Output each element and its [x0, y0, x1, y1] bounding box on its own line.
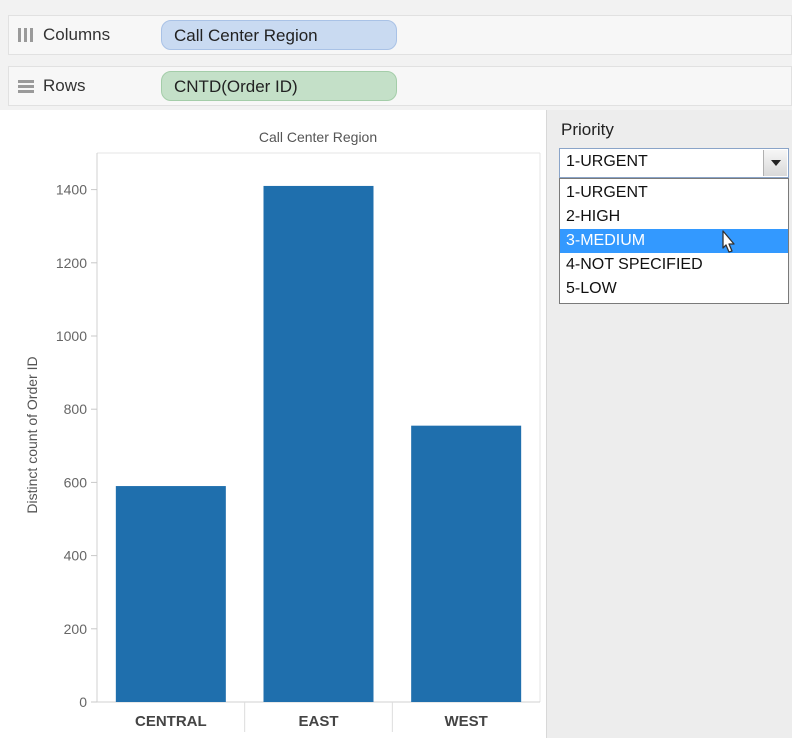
- rows-pill[interactable]: CNTD(Order ID): [161, 71, 397, 101]
- columns-label-text: Columns: [43, 25, 111, 44]
- columns-shelf[interactable]: Columns Call Center Region: [8, 15, 792, 55]
- y-axis-title: Distinct count of Order ID: [24, 356, 40, 513]
- dropdown-options-list: 1-URGENT 2-HIGH 3-MEDIUM 4-NOT SPECIFIED 5-L…: [559, 178, 789, 304]
- dropdown-arrow-button[interactable]: [763, 150, 787, 176]
- x-category-label: CENTRAL: [135, 713, 207, 730]
- mouse-pointer-icon: [722, 230, 735, 253]
- rows-label-text: Rows: [43, 76, 86, 95]
- y-tick-label: 1200: [56, 255, 87, 271]
- chevron-down-icon: [770, 160, 781, 166]
- chart-title: Call Center Region: [259, 129, 377, 145]
- bar-chart: Call Center Region Distinct count of Ord…: [24, 129, 541, 732]
- dropdown-selected-value: 1-URGENT: [566, 153, 648, 170]
- y-tick-label: 600: [64, 474, 88, 490]
- bars-group: [115, 185, 522, 702]
- y-tick-label: 1000: [56, 328, 87, 344]
- dropdown-option[interactable]: 5-LOW: [560, 277, 788, 301]
- dropdown-option[interactable]: 2-HIGH: [560, 205, 788, 229]
- x-category-label: EAST: [298, 713, 338, 730]
- y-tick-label: 400: [64, 548, 88, 564]
- y-tick-label: 1400: [56, 182, 87, 198]
- x-axis-labels: CENTRAL EAST WEST: [135, 702, 488, 732]
- dropdown-option[interactable]: 4-NOT SPECIFIED: [560, 253, 788, 277]
- dropdown-option[interactable]: 1-URGENT: [560, 181, 788, 205]
- filter-title: Priority: [561, 120, 614, 139]
- rows-shelf-label: Rows: [17, 67, 86, 105]
- dropdown-option[interactable]: 3-MEDIUM: [560, 229, 788, 253]
- chart-area: Call Center Region Distinct count of Ord…: [0, 110, 546, 738]
- shelves-area: Columns Call Center Region Rows CNTD(Ord…: [0, 0, 792, 110]
- y-axis-ticks: 0 200 400 600 800 1000 1200 1400: [56, 182, 97, 710]
- columns-icon: [18, 28, 33, 42]
- rows-shelf[interactable]: Rows CNTD(Order ID): [8, 66, 792, 106]
- y-tick-label: 800: [64, 401, 88, 417]
- y-tick-label: 200: [64, 621, 88, 637]
- columns-shelf-label: Columns: [17, 16, 110, 54]
- rows-icon: [18, 80, 34, 93]
- priority-dropdown[interactable]: 1-URGENT: [559, 148, 789, 178]
- x-category-label: WEST: [444, 713, 487, 730]
- bar-east[interactable]: [263, 185, 374, 702]
- bar-west[interactable]: [411, 425, 522, 702]
- filter-panel: Priority 1-URGENT 1-URGENT 2-HIGH 3-MEDIUM…: [546, 110, 792, 738]
- columns-pill[interactable]: Call Center Region: [161, 20, 397, 50]
- y-tick-label: 0: [79, 694, 87, 710]
- bar-central[interactable]: [115, 486, 226, 702]
